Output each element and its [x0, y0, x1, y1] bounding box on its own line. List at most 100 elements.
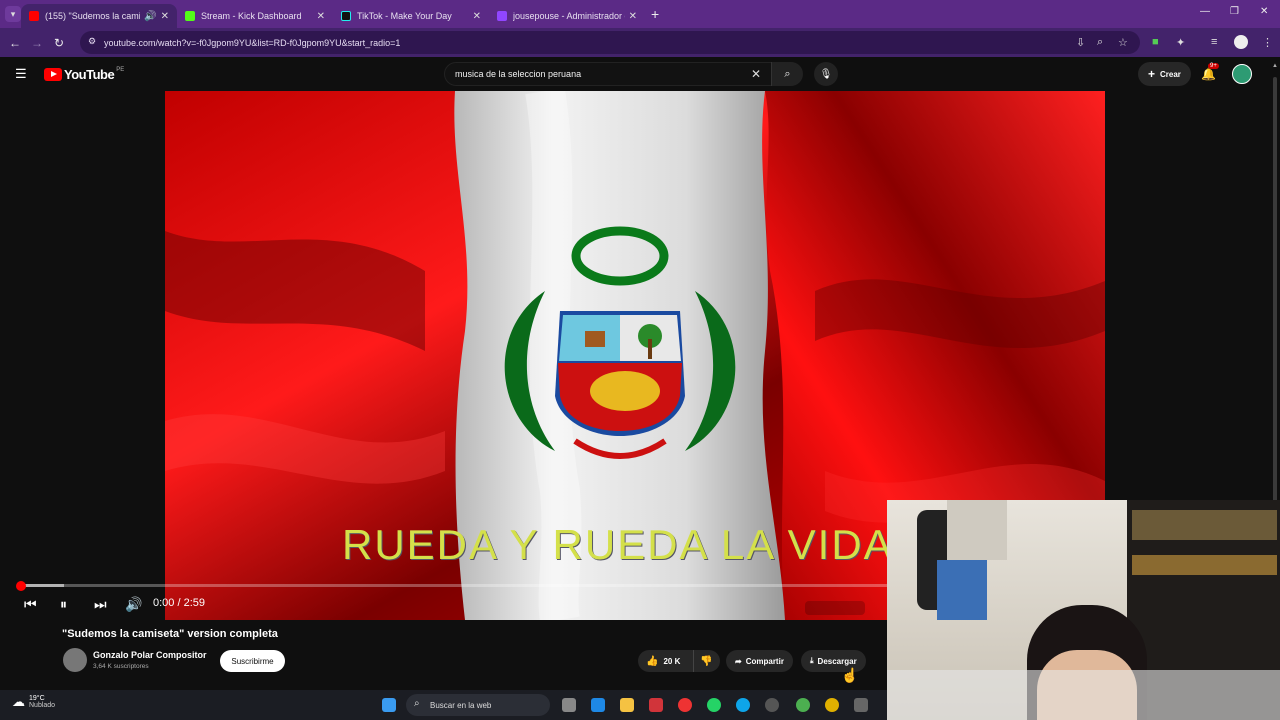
weather-text: Nublado	[29, 702, 56, 709]
install-app-icon[interactable]: ⇩	[1076, 36, 1085, 49]
url-text: youtube.com/watch?v=-f0Jgpom9YU&list=RD-…	[104, 37, 401, 48]
create-label: Crear	[1160, 69, 1181, 79]
whatsapp-icon[interactable]	[707, 698, 721, 712]
logo-text: YouTube	[64, 67, 115, 82]
subscribe-label: Suscribirme	[231, 656, 274, 666]
game-app-icon[interactable]	[854, 698, 868, 712]
buffer-bar	[21, 584, 65, 587]
account-avatar[interactable]	[1232, 64, 1252, 84]
webcam-overlay	[887, 500, 1280, 720]
edge-icon[interactable]	[736, 698, 750, 712]
close-window-icon[interactable]: ✕	[1260, 6, 1268, 17]
youtube-masthead: ☰ YouTube PE musica de la seleccion peru…	[0, 57, 1280, 720]
like-count: 20 K	[663, 656, 681, 666]
hamburger-menu-icon[interactable]: ☰	[15, 66, 27, 82]
previous-icon[interactable]: ⏮	[24, 596, 37, 613]
progress-bar[interactable]	[21, 584, 887, 587]
thumbs-down-icon: 👎	[700, 655, 713, 667]
player-controls: ⏮ ⏸ ⏭ 🔊 0:00 / 2:59	[0, 581, 890, 622]
tab-tiktok[interactable]: TikTok - Make Your Day ✕	[333, 4, 489, 28]
download-icon: ⤓	[810, 656, 814, 665]
tab-youtube[interactable]: (155) "Sudemos la camiseta 🔊 ✕	[21, 4, 177, 28]
scrubber-knob[interactable]	[16, 581, 26, 591]
back-icon[interactable]: ←	[4, 36, 26, 50]
kick-icon	[185, 11, 195, 21]
search-input[interactable]: musica de la seleccion peruana ✕ ⌕	[444, 62, 803, 86]
taskbar-search-placeholder: Buscar en la web	[430, 700, 492, 710]
cloud-icon: ☁	[12, 694, 25, 709]
share-icon: ➦	[735, 656, 742, 666]
close-tab-icon[interactable]: ✕	[629, 11, 637, 22]
like-dislike-group: 👍 20 K 👎	[638, 650, 720, 672]
steam-icon[interactable]	[765, 698, 779, 712]
twitch-icon	[497, 11, 507, 21]
voice-search-icon[interactable]: 🎙	[814, 62, 838, 86]
restore-icon[interactable]: ❐	[1230, 6, 1239, 17]
weather-widget[interactable]: ☁ 19°C Nublado	[12, 694, 55, 710]
volume-icon[interactable]: 🔊	[125, 596, 142, 613]
reload-icon[interactable]: ↻	[48, 36, 70, 50]
dislike-button[interactable]: 👎	[694, 656, 712, 667]
bookmark-star-icon[interactable]: ☆	[1118, 36, 1128, 49]
create-button[interactable]: + Crear	[1138, 62, 1191, 86]
profile-icon[interactable]	[1234, 35, 1248, 49]
tab-title: Stream - Kick Dashboard	[201, 11, 302, 21]
forward-icon[interactable]: →	[26, 36, 48, 50]
country-code: PE	[116, 67, 125, 73]
download-label: Descargar	[817, 656, 857, 666]
youtube-play-icon	[44, 68, 62, 81]
notifications-bell-icon[interactable]: 🔔	[1201, 67, 1216, 81]
search-icon: ⌕	[414, 698, 420, 709]
close-tab-icon[interactable]: ✕	[161, 11, 169, 22]
video-title: "Sudemos la camiseta" version completa	[62, 628, 278, 640]
youtube-icon	[29, 11, 39, 21]
speaker-icon[interactable]: 🔊	[144, 11, 156, 22]
minimize-icon[interactable]: —	[1200, 6, 1210, 17]
url-field[interactable]: ⚙ youtube.com/watch?v=-f0Jgpom9YU&list=R…	[80, 31, 1140, 54]
chrome-profile-icon[interactable]	[796, 698, 810, 712]
search-icon[interactable]: ⌕	[771, 62, 803, 86]
search-query-text: musica de la seleccion peruana	[455, 69, 582, 79]
thumbs-up-icon: 👍	[646, 655, 659, 667]
tab-title: TikTok - Make Your Day	[357, 11, 452, 21]
new-tab-icon[interactable]: +	[651, 6, 659, 22]
taskbar-search[interactable]: ⌕ Buscar en la web	[406, 694, 550, 716]
youtube-logo[interactable]: YouTube PE	[44, 67, 124, 82]
file-explorer-icon[interactable]	[620, 698, 634, 712]
chrome-icon[interactable]	[678, 698, 692, 712]
copilot-icon[interactable]	[591, 698, 605, 712]
browser-menu-icon[interactable]: ⋮	[1262, 36, 1273, 49]
site-info-icon[interactable]: ⚙	[88, 36, 96, 47]
channel-avatar[interactable]	[63, 648, 87, 672]
tab-title: (155) "Sudemos la camiseta	[45, 11, 141, 21]
clear-search-icon[interactable]: ✕	[751, 67, 761, 81]
extensions-puzzle-icon[interactable]: ✦	[1176, 36, 1185, 49]
channel-name[interactable]: Gonzalo Polar Compositor	[93, 650, 207, 660]
tab-search-icon[interactable]: ▾	[5, 6, 21, 22]
tab-kick[interactable]: Stream - Kick Dashboard ✕	[177, 4, 333, 28]
app-icon[interactable]	[825, 698, 839, 712]
close-tab-icon[interactable]: ✕	[317, 11, 325, 22]
temperature-text: 19°C	[29, 695, 45, 702]
task-view-icon[interactable]	[562, 698, 576, 712]
like-button[interactable]: 👍 20 K	[638, 650, 694, 672]
tab-twitch[interactable]: jousepouse - Administrador de ✕	[489, 4, 645, 28]
share-button[interactable]: ➦ Compartir	[726, 650, 793, 672]
notification-badge: 9+	[1208, 63, 1219, 69]
pause-icon[interactable]: ⏸	[60, 596, 67, 613]
close-tab-icon[interactable]: ✕	[473, 11, 481, 22]
start-windows-icon[interactable]	[382, 698, 396, 712]
mouse-cursor-icon: ☝	[841, 667, 859, 683]
next-icon[interactable]: ⏭	[94, 596, 107, 613]
zoom-icon[interactable]: ⌕	[1097, 36, 1103, 49]
subscribe-button[interactable]: Suscribirme	[220, 650, 285, 672]
tiktok-icon	[341, 11, 351, 21]
browser-tab-strip: ▾ (155) "Sudemos la camiseta 🔊 ✕ Stream …	[0, 0, 1280, 28]
extension-icon[interactable]: ■	[1152, 36, 1159, 48]
tab-title: jousepouse - Administrador de	[513, 11, 625, 21]
time-display: 0:00 / 2:59	[153, 597, 205, 609]
store-icon[interactable]	[649, 698, 663, 712]
media-control-icon[interactable]: ≡	[1211, 36, 1217, 48]
address-bar-row: ← → ↻ ⚙ youtube.com/watch?v=-f0Jgpom9YU&…	[0, 28, 1280, 57]
share-label: Compartir	[745, 656, 784, 666]
